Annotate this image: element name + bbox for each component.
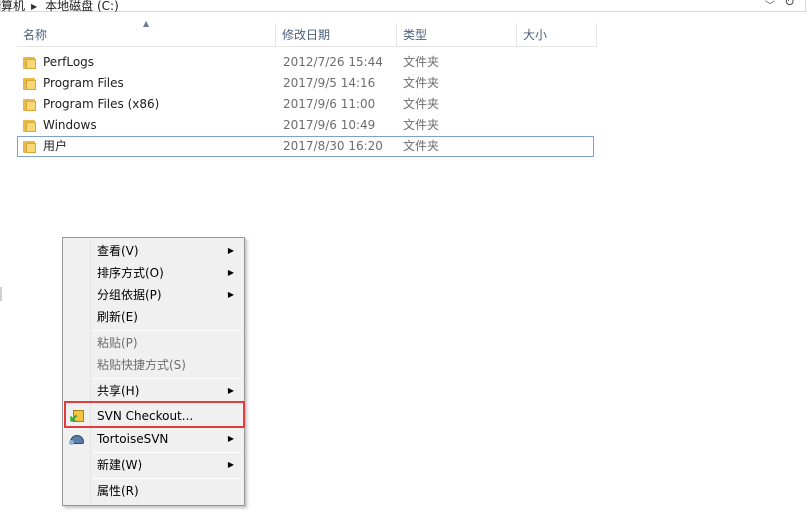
file-list: PerfLogs 2012/7/26 15:44 文件夹 Program Fil… — [17, 52, 597, 157]
file-name: 用户 — [43, 139, 68, 153]
menu-item-label: 粘贴(P) — [97, 336, 138, 350]
submenu-arrow-icon: ▶ — [227, 290, 234, 299]
menu-item-paste-shortcut[interactable]: 粘贴快捷方式(S) — [65, 354, 242, 376]
file-date: 2017/8/30 16:20 — [283, 139, 383, 153]
context-menu: 查看(V) ▶ 排序方式(O) ▶ 分组依据(P) ▶ 刷新(E) 粘贴(P) … — [62, 237, 245, 506]
submenu-arrow-icon: ▶ — [227, 434, 234, 443]
folder-icon — [23, 77, 37, 90]
breadcrumb-computer[interactable]: 计算机 — [0, 0, 25, 13]
menu-item-paste[interactable]: 粘贴(P) — [65, 332, 242, 354]
menu-item-label: 查看(V) — [97, 244, 139, 258]
menu-item-properties[interactable]: 属性(R) — [65, 480, 242, 502]
menu-item-label: TortoiseSVN — [97, 432, 169, 446]
address-bar[interactable]: 计算机 ▶ 本地磁盘 (C:) ﹀ ↻ — [0, 0, 806, 14]
file-type: 文件夹 — [403, 97, 440, 111]
menu-item-label: 属性(R) — [97, 484, 139, 498]
chevron-down-icon[interactable]: ﹀ — [765, 0, 775, 12]
menu-item-new[interactable]: 新建(W) ▶ — [65, 454, 242, 476]
file-date: 2017/9/6 11:00 — [283, 97, 376, 111]
file-name: Program Files — [43, 76, 124, 90]
file-date: 2017/9/6 10:49 — [283, 118, 376, 132]
menu-item-label: 排序方式(O) — [97, 266, 164, 280]
file-date: 2012/7/26 15:44 — [283, 55, 383, 69]
menu-separator — [93, 378, 241, 379]
menu-item-share[interactable]: 共享(H) ▶ — [65, 380, 242, 402]
file-row-windows[interactable]: Windows 2017/9/6 10:49 文件夹 — [17, 115, 597, 136]
file-row-perflogs[interactable]: PerfLogs 2012/7/26 15:44 文件夹 — [17, 52, 597, 73]
menu-item-sort[interactable]: 排序方式(O) ▶ — [65, 262, 242, 284]
file-name: Program Files (x86) — [43, 97, 160, 111]
file-date: 2017/9/5 14:16 — [283, 76, 376, 90]
menu-item-refresh[interactable]: 刷新(E) — [65, 306, 242, 328]
menu-item-tortoisesvn[interactable]: TortoiseSVN ▶ — [65, 428, 242, 450]
submenu-arrow-icon: ▶ — [227, 268, 234, 277]
file-type: 文件夹 — [403, 118, 440, 132]
file-type: 文件夹 — [403, 76, 440, 90]
column-date-modified[interactable]: 修改日期 — [276, 23, 397, 47]
breadcrumb-separator-icon[interactable]: ▶ — [31, 2, 37, 11]
menu-item-label: 共享(H) — [97, 384, 140, 398]
refresh-icon[interactable]: ↻ — [784, 0, 795, 10]
folder-icon — [23, 98, 37, 111]
folder-icon — [23, 56, 37, 69]
menu-item-view[interactable]: 查看(V) ▶ — [65, 240, 242, 262]
breadcrumb-local-disk[interactable]: 本地磁盘 (C:) — [45, 0, 119, 13]
file-row-program-files[interactable]: Program Files 2017/9/5 14:16 文件夹 — [17, 73, 597, 94]
column-name[interactable]: 名称 — [17, 23, 276, 47]
breadcrumb: 计算机 ▶ 本地磁盘 (C:) — [0, 0, 131, 14]
column-type[interactable]: 类型 — [397, 23, 517, 47]
file-row-users[interactable]: 用户 2017/8/30 16:20 文件夹 — [17, 136, 594, 157]
folder-icon — [23, 140, 37, 153]
menu-item-label: 分组依据(P) — [97, 288, 162, 302]
file-name: PerfLogs — [43, 55, 95, 69]
menu-separator — [93, 330, 241, 331]
menu-separator — [93, 452, 241, 453]
menu-separator — [93, 478, 241, 479]
menu-item-label: 粘贴快捷方式(S) — [97, 358, 186, 372]
menu-item-label: 刷新(E) — [97, 310, 138, 324]
file-name: Windows — [43, 118, 97, 132]
submenu-arrow-icon: ▶ — [227, 460, 234, 469]
pane-splitter[interactable] — [0, 287, 2, 301]
file-row-program-files-x86[interactable]: Program Files (x86) 2017/9/6 11:00 文件夹 — [17, 94, 597, 115]
file-type: 文件夹 — [403, 55, 440, 69]
column-size[interactable]: 大小 — [517, 23, 597, 47]
tortoisesvn-icon — [69, 431, 85, 447]
menu-item-label: 新建(W) — [97, 458, 143, 472]
submenu-arrow-icon: ▶ — [227, 386, 234, 395]
menu-item-group[interactable]: 分组依据(P) ▶ — [65, 284, 242, 306]
file-type: 文件夹 — [403, 139, 440, 153]
submenu-arrow-icon: ▶ — [227, 246, 234, 255]
folder-icon — [23, 119, 37, 132]
column-header: ▲ 名称 修改日期 类型 大小 — [17, 19, 597, 47]
svn-checkout-highlight-box — [64, 401, 245, 428]
